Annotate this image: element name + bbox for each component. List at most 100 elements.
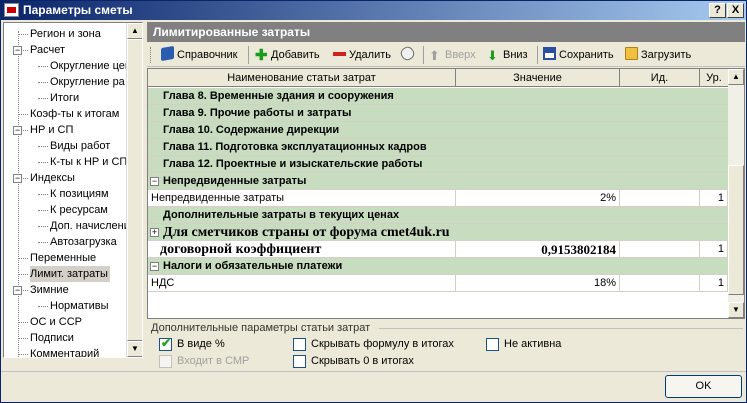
plus-box-icon[interactable]: + (150, 228, 159, 237)
minus-box-icon[interactable]: − (150, 262, 159, 271)
cost-value-cell[interactable]: 2% (456, 190, 620, 207)
tree-item[interactable]: Зимние (30, 282, 71, 298)
checkmark-icon: ✔ (161, 336, 172, 350)
tree-item[interactable]: Виды работ (50, 138, 112, 154)
table-row[interactable]: Глава 9. Прочие работы и затраты (148, 105, 728, 122)
table-row[interactable]: Глава 8. Временные здания и сооружения (148, 88, 728, 105)
help-button[interactable]: ? (709, 3, 726, 18)
parameters-window: Параметры сметы ? X Регион и зона Расчет −… (0, 0, 747, 403)
minus-box-icon[interactable]: − (13, 286, 22, 295)
header-name[interactable]: Наименование статьи затрат (148, 69, 456, 87)
close-button[interactable]: X (727, 3, 744, 18)
tree-item[interactable]: К ресурсам (50, 202, 110, 218)
minus-box-icon[interactable]: − (13, 46, 22, 55)
hide-formula-label: Скрывать формулу в итогах (311, 338, 454, 350)
tree-item[interactable]: Нормативы (50, 298, 111, 314)
tree-item[interactable]: Подписи (30, 330, 76, 346)
tree-item[interactable]: ОС и ССР (30, 314, 84, 330)
table-row[interactable]: Дополнительные затраты в текущих ценах (148, 207, 728, 224)
cost-name-cell: Дополнительные затраты в текущих ценах (163, 209, 400, 221)
delete-button[interactable]: Удалить (333, 46, 391, 64)
settings-tree: Регион и зона Расчет − Округление цен Округл… (3, 22, 143, 358)
scroll-down-icon[interactable]: ▼ (728, 302, 744, 318)
cost-id-cell[interactable] (620, 275, 700, 292)
cost-id-cell[interactable] (620, 241, 700, 258)
table-row[interactable]: Глава 10. Содержание дирекции (148, 122, 728, 139)
table-row[interactable]: Глава 12. Проектные и изыскательские раб… (148, 156, 728, 173)
cost-name-cell: Глава 8. Временные здания и сооружения (163, 90, 394, 102)
cost-level-cell[interactable]: 1 (700, 190, 728, 207)
load-button[interactable]: Загрузить (625, 46, 691, 64)
tree-item[interactable]: Переменные (30, 250, 98, 266)
cost-value-cell[interactable]: 0,9153802184 (456, 241, 620, 258)
limited-costs-panel: Лимитированные затраты Справочник ✚ Добав… (147, 22, 745, 319)
tree-item[interactable]: Регион и зона (30, 26, 103, 42)
cost-name-cell: Глава 9. Прочие работы и затраты (163, 107, 352, 119)
ok-button[interactable]: OK (665, 375, 742, 398)
cost-name-cell: Налоги и обязательные платежи (163, 260, 343, 272)
tree-item[interactable]: Округление цен (50, 58, 128, 74)
folder-icon (625, 47, 638, 60)
tree-item[interactable]: Расчет (30, 42, 67, 58)
cost-name-cell: Глава 12. Проектные и изыскательские раб… (163, 158, 423, 170)
tree-item[interactable]: К-ты к НР и СП (50, 154, 128, 170)
scroll-thumb[interactable] (127, 39, 142, 341)
table-row[interactable]: Налоги и обязательные платежи − (148, 258, 728, 275)
hide-zero-checkbox[interactable] (293, 355, 306, 368)
scroll-up-icon[interactable]: ▲ (127, 23, 142, 39)
tree-item[interactable]: Автозагрузка (50, 234, 119, 250)
header-value[interactable]: Значение (456, 69, 620, 87)
grid-scrollbar[interactable]: ▲ ▼ (728, 69, 744, 318)
scroll-thumb[interactable] (728, 165, 744, 295)
tree-item[interactable]: К позициям (50, 186, 111, 202)
reference-button[interactable]: Справочник (161, 45, 238, 64)
move-up-button[interactable]: ⬆ Вверх (429, 46, 476, 64)
window-title: Параметры сметы (23, 3, 133, 17)
cost-name-cell: Для сметчиков страны от форума cmet4uk.r… (163, 225, 450, 240)
save-button[interactable]: Сохранить (543, 46, 614, 64)
as-percent-checkbox[interactable]: ✔ (159, 336, 172, 351)
add-button[interactable]: ✚ Добавить (255, 46, 320, 64)
header-id[interactable]: Ид. (620, 69, 700, 87)
scroll-down-icon[interactable]: ▼ (127, 341, 142, 357)
tree-item[interactable]: Индексы (30, 170, 77, 186)
table-row[interactable]: договорной коэффициент 0,9153802184 1 (148, 241, 728, 258)
toolbar-grip[interactable] (150, 47, 153, 63)
cost-id-cell[interactable] (620, 190, 700, 207)
tree-item[interactable]: Доп. начисления (50, 218, 128, 234)
plus-icon: ✚ (255, 47, 268, 64)
grid-header: Наименование статьи затрат Значение Ид. … (148, 69, 728, 87)
inactive-checkbox[interactable] (486, 338, 499, 351)
tree-scrollbar[interactable]: ▲ ▼ (126, 23, 142, 357)
eraser-button[interactable] (398, 44, 417, 64)
minus-box-icon[interactable]: − (13, 174, 22, 183)
include-smr-checkbox[interactable] (159, 355, 172, 368)
minus-box-icon[interactable]: − (150, 177, 159, 186)
panel-title: Лимитированные затраты (147, 22, 745, 42)
cost-name-cell: Непредвиденные затраты (148, 190, 456, 207)
table-row[interactable]: Глава 11. Подготовка эксплуатационных ка… (148, 139, 728, 156)
cost-name-cell: договорной коэффициент (148, 241, 456, 258)
tree-item[interactable]: НР и СП (30, 122, 75, 138)
table-row[interactable]: Непредвиденные затраты − (148, 173, 728, 190)
tree-item[interactable]: Комментарий (30, 346, 101, 357)
hide-formula-checkbox[interactable] (293, 338, 306, 351)
eraser-icon (398, 44, 417, 63)
cost-name-cell: Глава 11. Подготовка эксплуатационных ка… (163, 141, 427, 153)
table-row[interactable]: НДС 18% 1 (148, 275, 728, 292)
arrow-down-icon: ⬇ (487, 48, 498, 63)
move-down-button[interactable]: ⬇ Вниз (487, 46, 528, 64)
cost-level-cell[interactable]: 1 (700, 275, 728, 292)
scroll-up-icon[interactable]: ▲ (728, 69, 744, 85)
minus-box-icon[interactable]: − (13, 126, 22, 135)
header-level[interactable]: Ур. (700, 69, 728, 87)
table-row[interactable]: Непредвиденные затраты 2% 1 (148, 190, 728, 207)
tree-item[interactable]: Итоги (50, 90, 81, 106)
book-icon (161, 45, 174, 62)
cost-level-cell[interactable]: 1 (700, 241, 728, 258)
tree-item[interactable]: Коэф-ты к итогам (30, 106, 121, 122)
tree-item[interactable]: Округление ра (50, 74, 127, 90)
table-row[interactable]: Для сметчиков страны от форума cmet4uk.r… (148, 224, 728, 241)
cost-value-cell[interactable]: 18% (456, 275, 620, 292)
tree-item[interactable]: Лимит. затраты (30, 266, 110, 282)
